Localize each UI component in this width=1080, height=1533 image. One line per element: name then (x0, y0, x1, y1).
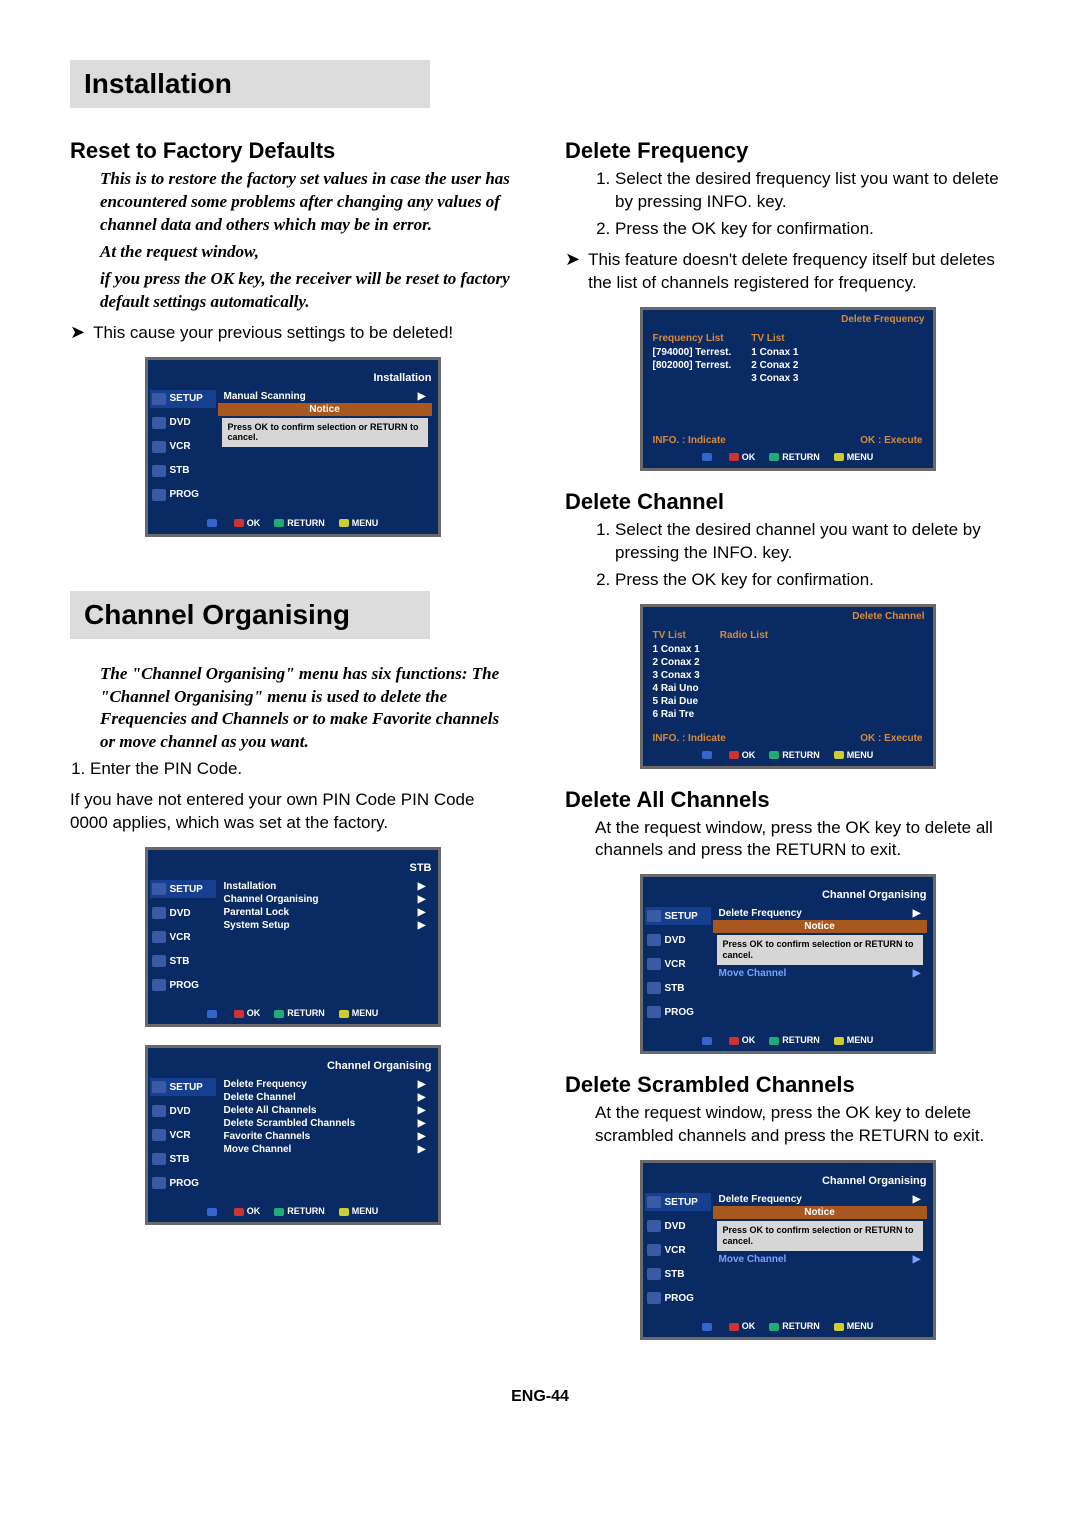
note-arrow-icon: ➤ (565, 249, 580, 271)
screenshot-delete-frequency: Delete Frequency Frequency List [794000]… (640, 307, 936, 471)
osd-title: Installation (148, 370, 438, 386)
delfreq-step-1: Select the desired frequency list you wa… (615, 168, 1010, 214)
notice-text: Press OK to confirm selection or RETURN … (222, 418, 428, 448)
side-btn-dvd: DVD (150, 414, 216, 432)
heading-delete-channel: Delete Channel (565, 489, 1010, 515)
pin-step: Enter the PIN Code. (90, 758, 515, 781)
chorg-italic: The "Channel Organising" menu has six fu… (100, 663, 515, 755)
screenshot-chorg: Channel Organising SETUP DVD VCR STB PRO… (145, 1045, 441, 1225)
section-title-installation: Installation (70, 60, 430, 108)
side-btn-setup: SETUP (150, 390, 216, 408)
section-title-channel-organising: Channel Organising (70, 591, 430, 639)
side-btn-vcr: VCR (150, 438, 216, 456)
screenshot-delete-all: Channel Organising SETUP DVD VCR STB PRO… (640, 874, 936, 1054)
side-btn-stb: STB (150, 462, 216, 480)
delfreq-note: This feature doesn't delete frequency it… (588, 249, 1010, 295)
delfreq-step-2: Press the OK key for confirmation. (615, 218, 1010, 241)
screenshot-stb: STB SETUP DVD VCR STB PROG Installation▶… (145, 847, 441, 1027)
screenshot-delete-scrambled: Channel Organising SETUP DVD VCR STB PRO… (640, 1160, 936, 1340)
delch-step-2: Press the OK key for confirmation. (615, 569, 1010, 592)
reset-italic-2: At the request window, (100, 241, 515, 264)
heading-delete-frequency: Delete Frequency (565, 138, 1010, 164)
heading-reset-defaults: Reset to Factory Defaults (70, 138, 515, 164)
reset-note: This cause your previous settings to be … (93, 322, 453, 345)
screenshot-delete-channel: Delete Channel TV List 1 Conax 1 2 Conax… (640, 604, 936, 769)
side-btn-prog: PROG (150, 486, 216, 504)
heading-delete-all-channels: Delete All Channels (565, 787, 1010, 813)
reset-italic-1: This is to restore the factory set value… (100, 168, 515, 237)
delall-text: At the request window, press the OK key … (595, 817, 1010, 863)
delscr-text: At the request window, press the OK key … (595, 1102, 1010, 1148)
delch-step-1: Select the desired channel you want to d… (615, 519, 1010, 565)
note-arrow-icon: ➤ (70, 322, 85, 344)
heading-delete-scrambled: Delete Scrambled Channels (565, 1072, 1010, 1098)
pin-note: If you have not entered your own PIN Cod… (70, 789, 515, 835)
screenshot-installation: Installation SETUP DVD VCR STB PROG Manu… (145, 357, 441, 537)
page-footer: ENG-44 (70, 1388, 1010, 1406)
reset-italic-3: if you press the OK key, the receiver wi… (100, 268, 515, 314)
